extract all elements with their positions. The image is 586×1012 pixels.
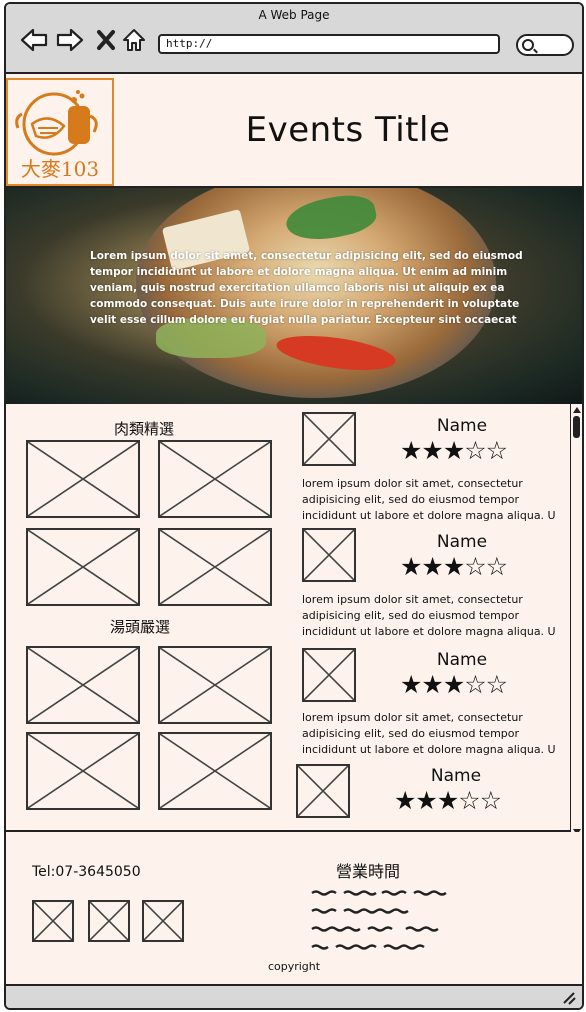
menu-item-image[interactable] [26,646,140,724]
arrow-left-icon [20,28,48,52]
url-input[interactable]: http:// [158,34,500,54]
status-bar [6,984,582,1008]
page-title: Events Title [245,110,451,150]
reviewer-avatar[interactable] [302,412,356,466]
back-button[interactable] [20,26,48,54]
reviewer-name: Name [430,766,482,786]
business-hours-label: 營業時間 [336,862,401,881]
scroll-up-icon[interactable] [572,405,582,415]
image-placeholder-icon [34,902,72,940]
review-text: lorem ipsum dolor sit amet, consectetur [302,477,523,490]
menu-item-image[interactable] [26,440,140,518]
image-placeholder-icon [160,648,270,722]
social-icon-placeholder[interactable] [88,900,130,942]
reviewer-name: Name [436,416,488,436]
vertical-scrollbar[interactable] [570,404,582,838]
browser-window: A Web Page http:// 大麥103 Events Title Lo… [4,2,584,1010]
reviewer-name: Name [436,532,488,552]
section-title-soup: 湯頭嚴選 [110,618,171,636]
review-text: adipisicing elit, sed do eiusmod tempor [302,493,520,506]
image-placeholder-icon [298,766,348,816]
image-placeholder-icon [28,530,138,604]
star-rating: ★★★☆☆ [394,786,502,815]
menu-item-image[interactable] [26,732,140,810]
image-placeholder-icon [144,902,182,940]
scrollbar-thumb[interactable] [573,416,580,438]
review-text: adipisicing elit, sed do eiusmod tempor [302,727,520,740]
star-rating: ★★★☆☆ [400,552,508,581]
close-icon [97,30,115,50]
section-title-meat: 肉類精選 [114,420,175,438]
menu-item-image[interactable] [158,732,272,810]
star-rating: ★★★☆☆ [400,670,508,699]
image-placeholder-icon [304,530,354,580]
home-button[interactable] [120,26,148,54]
image-placeholder-icon [160,442,270,516]
hotpot-logo-icon [15,90,98,156]
phone-number: Tel:07-3645050 [32,864,141,880]
review-text: adipisicing elit, sed do eiusmod tempor [302,609,520,622]
review-text: lorem ipsum dolor sit amet, consectetur [302,711,523,724]
review-text: incididunt ut labore et dolore magna ali… [302,743,556,756]
star-rating: ★★★☆☆ [400,436,508,465]
forward-button[interactable] [56,26,84,54]
menu-item-image[interactable] [158,440,272,518]
image-placeholder-icon [28,734,138,808]
social-icon-placeholder[interactable] [32,900,74,942]
review-text: incididunt ut labore et dolore magna ali… [302,509,556,522]
image-placeholder-icon [28,442,138,516]
image-placeholder-icon [304,414,354,464]
social-icon-placeholder[interactable] [142,900,184,942]
search-icon [522,39,534,51]
image-placeholder-icon [90,902,128,940]
placeholder-text-scribble [311,908,409,914]
review-text: lorem ipsum dolor sit amet, consectetur [302,593,523,606]
image-placeholder-icon [28,648,138,722]
image-placeholder-icon [304,650,354,700]
stop-button[interactable] [92,26,120,54]
menu-item-image[interactable] [158,528,272,606]
menu-item-image[interactable] [26,528,140,606]
site-header: 大麥103 Events Title [6,74,582,188]
home-icon [123,29,145,51]
logo-text: 大麥103 [20,157,100,181]
arrow-right-icon [56,28,84,52]
placeholder-text-scribble [311,926,439,932]
hero-text: Lorem ipsum dolor sit amet, consectetur … [90,250,523,326]
image-placeholder-icon [160,734,270,808]
copyright-text: copyright [267,960,321,973]
menu-item-image[interactable] [158,646,272,724]
reviewer-avatar[interactable] [296,764,350,818]
site-footer: Tel:07-3645050 營業時間 copyright [6,832,582,984]
reviewer-avatar[interactable] [302,528,356,582]
resize-grip-icon[interactable] [562,991,576,1005]
main-content: 肉類精選 湯頭嚴選 Name ★★★☆☆ lorem ipsum dolor s… [6,404,570,832]
reviewer-name: Name [436,650,488,670]
search-field[interactable] [516,34,574,56]
placeholder-text-scribble [311,944,425,950]
reviewer-avatar[interactable] [302,648,356,702]
site-logo[interactable]: 大麥103 [6,78,114,186]
placeholder-text-scribble [311,890,447,896]
image-placeholder-icon [160,530,270,604]
hero-banner: Lorem ipsum dolor sit amet, consectetur … [6,188,582,404]
window-title: A Web Page [258,8,330,22]
review-text: incididunt ut labore et dolore magna ali… [302,625,556,638]
browser-toolbar: A Web Page http:// [6,4,582,74]
